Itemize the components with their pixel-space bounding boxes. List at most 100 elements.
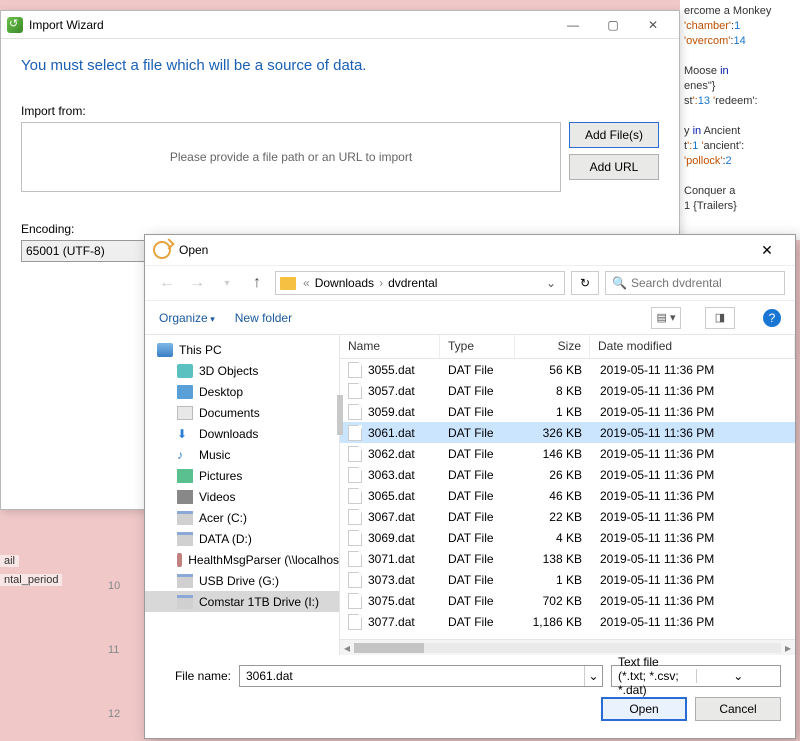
file-name: 3055.dat <box>368 363 415 377</box>
search-input[interactable] <box>631 276 778 290</box>
breadcrumb-item[interactable]: dvdrental <box>388 276 437 290</box>
breadcrumb[interactable]: « Downloads › dvdrental ⌄ <box>275 271 565 295</box>
add-files-button[interactable]: Add File(s) <box>569 122 659 148</box>
file-name: 3062.dat <box>368 447 415 461</box>
file-icon <box>348 509 362 525</box>
file-type-filter[interactable]: Text file (*.txt; *.csv; *.dat) ⌄ <box>611 665 781 687</box>
new-folder-button[interactable]: New folder <box>235 311 292 325</box>
file-row[interactable]: 3067.datDAT File22 KB2019-05-11 11:36 PM <box>340 506 795 527</box>
tree-3d-objects[interactable]: 3D Objects <box>145 360 339 381</box>
tree-drive-i[interactable]: Comstar 1TB Drive (I:) <box>145 591 339 612</box>
file-icon <box>348 530 362 546</box>
filename-dropdown[interactable]: ⌄ <box>584 666 602 686</box>
file-type: DAT File <box>440 447 515 461</box>
view-options-button[interactable]: ▤ ▾ <box>651 307 681 329</box>
file-icon <box>348 572 362 588</box>
file-row[interactable]: 3062.datDAT File146 KB2019-05-11 11:36 P… <box>340 443 795 464</box>
file-row[interactable]: 3065.datDAT File46 KB2019-05-11 11:36 PM <box>340 485 795 506</box>
organize-menu[interactable]: Organize <box>159 311 215 325</box>
file-type: DAT File <box>440 510 515 524</box>
file-row[interactable]: 3071.datDAT File138 KB2019-05-11 11:36 P… <box>340 548 795 569</box>
column-headers[interactable]: Name Type Size Date modified <box>340 335 795 359</box>
file-icon <box>348 488 362 504</box>
file-date: 2019-05-11 11:36 PM <box>590 363 795 377</box>
close-button[interactable]: ✕ <box>633 13 673 37</box>
file-row[interactable]: 3069.datDAT File4 KB2019-05-11 11:36 PM <box>340 527 795 548</box>
tree-videos[interactable]: Videos <box>145 486 339 507</box>
nav-forward-button[interactable]: → <box>185 274 209 292</box>
file-type: DAT File <box>440 489 515 503</box>
breadcrumb-item[interactable]: Downloads <box>315 276 374 290</box>
open-titlebar[interactable]: Open ✕ <box>145 235 795 265</box>
nav-back-button[interactable]: ← <box>155 274 179 292</box>
scroll-track[interactable] <box>354 643 781 653</box>
filename-input[interactable] <box>240 666 584 686</box>
file-date: 2019-05-11 11:36 PM <box>590 510 795 524</box>
file-type: DAT File <box>440 531 515 545</box>
tree-network-drive[interactable]: HealthMsgParser (\\localhos <box>145 549 339 570</box>
close-button[interactable]: ✕ <box>747 237 787 263</box>
file-name: 3059.dat <box>368 405 415 419</box>
folder-tree[interactable]: This PC 3D Objects Desktop Documents ⬇Do… <box>145 335 340 655</box>
col-date[interactable]: Date modified <box>590 335 795 358</box>
scroll-right-button[interactable]: ▸ <box>781 641 795 655</box>
file-type: DAT File <box>440 573 515 587</box>
file-row[interactable]: 3055.datDAT File56 KB2019-05-11 11:36 PM <box>340 359 795 380</box>
import-from-label: Import from: <box>1 104 679 122</box>
tree-drive-g[interactable]: USB Drive (G:) <box>145 570 339 591</box>
col-name[interactable]: Name <box>340 335 440 358</box>
cancel-button[interactable]: Cancel <box>695 697 781 721</box>
file-row[interactable]: 3073.datDAT File1 KB2019-05-11 11:36 PM <box>340 569 795 590</box>
tree-desktop[interactable]: Desktop <box>145 381 339 402</box>
tree-downloads[interactable]: ⬇Downloads <box>145 423 339 444</box>
open-button[interactable]: Open <box>601 697 687 721</box>
file-size: 702 KB <box>515 594 590 608</box>
file-row[interactable]: 3077.datDAT File1,186 KB2019-05-11 11:36… <box>340 611 795 632</box>
nav-recent-button[interactable]: ▾ <box>215 278 239 289</box>
scroll-left-button[interactable]: ◂ <box>340 641 354 655</box>
maximize-button[interactable]: ▢ <box>593 13 633 37</box>
file-icon <box>348 404 362 420</box>
filename-combobox[interactable]: ⌄ <box>239 665 603 687</box>
file-type: DAT File <box>440 384 515 398</box>
minimize-button[interactable]: — <box>553 13 593 37</box>
tree-music[interactable]: ♪Music <box>145 444 339 465</box>
filter-dropdown[interactable]: ⌄ <box>696 669 781 683</box>
col-size[interactable]: Size <box>515 335 590 358</box>
file-row[interactable]: 3057.datDAT File8 KB2019-05-11 11:36 PM <box>340 380 795 401</box>
music-icon: ♪ <box>177 448 193 462</box>
wizard-titlebar[interactable]: Import Wizard — ▢ ✕ <box>1 11 679 39</box>
breadcrumb-dropdown[interactable]: ⌄ <box>542 276 560 290</box>
tree-pictures[interactable]: Pictures <box>145 465 339 486</box>
import-path-box[interactable]: Please provide a file path or an URL to … <box>21 122 561 192</box>
file-row[interactable]: 3075.datDAT File702 KB2019-05-11 11:36 P… <box>340 590 795 611</box>
file-list[interactable]: 3055.datDAT File56 KB2019-05-11 11:36 PM… <box>340 359 795 639</box>
scroll-thumb[interactable] <box>354 643 424 653</box>
tree-this-pc[interactable]: This PC <box>145 339 339 360</box>
desktop-icon <box>177 385 193 399</box>
bg-text: ntal_period <box>0 574 62 586</box>
col-type[interactable]: Type <box>440 335 515 358</box>
refresh-button[interactable]: ↻ <box>571 271 599 295</box>
pc-icon <box>157 343 173 357</box>
horizontal-scrollbar[interactable]: ◂ ▸ <box>340 639 795 655</box>
file-type: DAT File <box>440 594 515 608</box>
tree-documents[interactable]: Documents <box>145 402 339 423</box>
help-button[interactable]: ? <box>763 309 781 327</box>
network-drive-icon <box>177 553 182 567</box>
preview-pane-button[interactable]: ◨ <box>705 307 735 329</box>
file-date: 2019-05-11 11:36 PM <box>590 468 795 482</box>
drive-icon <box>177 595 193 609</box>
tree-drive-c[interactable]: Acer (C:) <box>145 507 339 528</box>
file-row[interactable]: 3063.datDAT File26 KB2019-05-11 11:36 PM <box>340 464 795 485</box>
file-date: 2019-05-11 11:36 PM <box>590 552 795 566</box>
file-row[interactable]: 3059.datDAT File1 KB2019-05-11 11:36 PM <box>340 401 795 422</box>
file-date: 2019-05-11 11:36 PM <box>590 489 795 503</box>
file-icon <box>348 383 362 399</box>
tree-drive-d[interactable]: DATA (D:) <box>145 528 339 549</box>
search-box[interactable]: 🔍 <box>605 271 785 295</box>
nav-up-button[interactable]: ↑ <box>245 274 269 292</box>
splitter-handle[interactable] <box>337 395 343 435</box>
file-row[interactable]: 3061.datDAT File326 KB2019-05-11 11:36 P… <box>340 422 795 443</box>
add-url-button[interactable]: Add URL <box>569 154 659 180</box>
